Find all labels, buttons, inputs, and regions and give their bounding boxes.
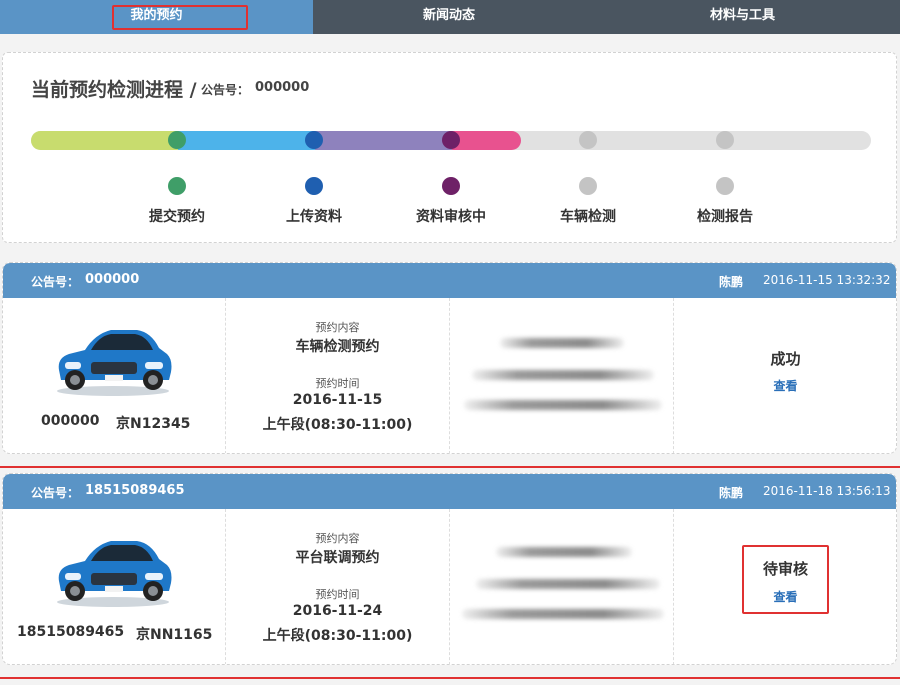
order-person: 陈鹏 bbox=[719, 275, 744, 289]
appointment-column: 预约内容 平台联调预约 预约时间 2016-11-24 上午段(08:30-11… bbox=[226, 509, 450, 664]
order-datetime: 2016-11-18 13:56:13 bbox=[763, 484, 891, 498]
order-notice-label: 公告号： bbox=[31, 275, 80, 289]
step-dot-inspection bbox=[579, 177, 597, 195]
vehicle-plate: 京N12345 bbox=[116, 416, 191, 432]
order-person: 陈鹏 bbox=[719, 486, 744, 500]
step-label-inspection: 车辆检测 bbox=[560, 209, 616, 225]
order-notice-value: 000000 bbox=[85, 272, 140, 287]
order-datetime: 2016-11-15 13:32:32 bbox=[763, 273, 891, 287]
content-value: 平台联调预约 bbox=[295, 550, 380, 566]
step-label-review: 资料审核中 bbox=[416, 209, 486, 225]
order-notice-label: 公告号： bbox=[31, 486, 80, 500]
order-header: 公告号： 000000 陈鹏 2016-11-15 13:32:32 bbox=[3, 263, 896, 298]
blurred-line bbox=[472, 370, 654, 380]
blurred-line bbox=[496, 547, 632, 557]
status-text: 成功 bbox=[770, 350, 801, 368]
progress-card: 当前预约检测进程 / 公告号： 000000 提交预约 上传资料 资料审核中 车… bbox=[2, 52, 897, 243]
vehicle-column: 000000 京N12345 bbox=[3, 298, 226, 453]
progress-segment-3 bbox=[315, 131, 452, 150]
progress-segment-2 bbox=[178, 131, 315, 150]
step-label-report: 检测报告 bbox=[697, 209, 753, 225]
blurred-line bbox=[464, 400, 662, 410]
step-dot-report bbox=[716, 177, 734, 195]
step-label-submit: 提交预约 bbox=[149, 209, 205, 225]
highlight-box bbox=[112, 5, 248, 30]
step-dot-upload bbox=[305, 177, 323, 195]
date-value: 2016-11-24 bbox=[292, 603, 383, 619]
notice-label: 公告号： bbox=[201, 83, 250, 97]
view-link[interactable]: 查看 bbox=[674, 377, 896, 394]
highlight-line bbox=[0, 466, 900, 468]
status-column: 成功 查看 bbox=[674, 298, 896, 453]
progress-segment-1 bbox=[31, 131, 178, 150]
blurred-line bbox=[500, 338, 624, 348]
blurred-line bbox=[462, 609, 664, 619]
page-title: 当前预约检测进程 / bbox=[31, 79, 197, 101]
track-marker-4 bbox=[579, 131, 597, 149]
vehicle-id: 000000 bbox=[41, 413, 100, 429]
step-dot-submit bbox=[168, 177, 186, 195]
slot-value: 上午段(08:30-11:00) bbox=[262, 628, 413, 644]
content-label: 预约内容 bbox=[315, 532, 360, 545]
tab-news[interactable]: 新闻动态 bbox=[313, 0, 585, 34]
appointment-column: 预约内容 车辆检测预约 预约时间 2016-11-15 上午段(08:30-11… bbox=[226, 298, 450, 453]
blurred-line bbox=[476, 579, 660, 589]
content-value: 车辆检测预约 bbox=[295, 339, 380, 355]
step-label-upload: 上传资料 bbox=[286, 209, 342, 225]
tab-materials-tools[interactable]: 材料与工具 bbox=[585, 0, 900, 34]
track-marker-3 bbox=[442, 131, 460, 149]
blurred-info-column bbox=[450, 509, 674, 664]
step-dot-review bbox=[442, 177, 460, 195]
track-marker-5 bbox=[716, 131, 734, 149]
time-label: 预约时间 bbox=[315, 377, 360, 390]
order-header: 公告号： 18515089465 陈鹏 2016-11-18 13:56:13 bbox=[3, 474, 896, 509]
time-label: 预约时间 bbox=[315, 588, 360, 601]
date-value: 2016-11-15 bbox=[292, 392, 383, 408]
order-notice-value: 18515089465 bbox=[85, 483, 185, 498]
track-marker-2 bbox=[305, 131, 323, 149]
content-label: 预约内容 bbox=[315, 321, 360, 334]
highlight-box bbox=[742, 545, 829, 614]
car-image bbox=[57, 541, 172, 607]
progress-segment-4 bbox=[452, 131, 521, 150]
vehicle-column: 18515089465 京NN1165 bbox=[3, 509, 226, 664]
slot-value: 上午段(08:30-11:00) bbox=[262, 417, 413, 433]
vehicle-id: 18515089465 bbox=[17, 624, 125, 640]
blurred-info-column bbox=[450, 298, 674, 453]
notice-value: 000000 bbox=[255, 80, 310, 95]
vehicle-plate: 京NN1165 bbox=[136, 627, 213, 643]
highlight-line bbox=[0, 677, 900, 679]
order-card: 公告号： 000000 陈鹏 2016-11-15 13:32:32 00000… bbox=[2, 262, 897, 454]
car-image bbox=[57, 330, 172, 396]
track-marker-1 bbox=[168, 131, 186, 149]
